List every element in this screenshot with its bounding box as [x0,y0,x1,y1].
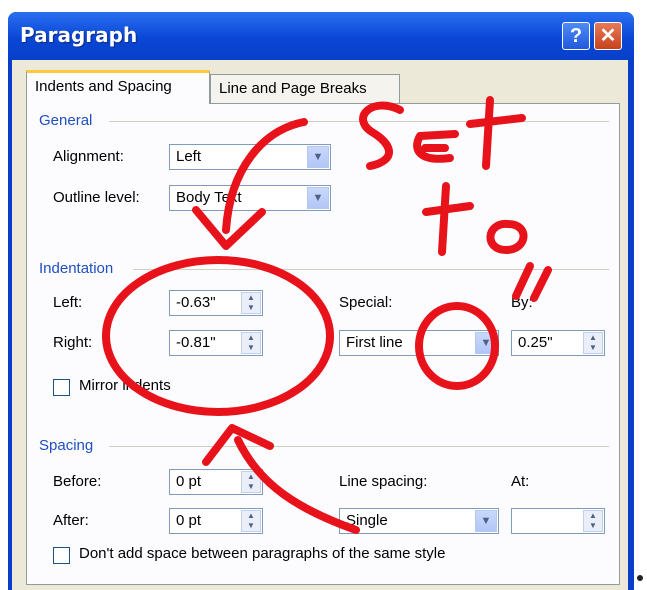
chevron-down-icon[interactable]: ▼ [307,146,329,168]
special-value: First line [346,334,403,351]
alignment-select[interactable]: Left ▼ [169,144,331,170]
chevron-down-icon[interactable]: ▼ [307,187,329,209]
by-stepper[interactable]: 0.25" ▲ ▼ [511,330,605,356]
indentation-heading: Indentation [39,260,114,277]
help-button[interactable]: ? [562,22,590,50]
left-indent-stepper[interactable]: -0.63" ▲ ▼ [169,290,263,316]
by-value: 0.25" [518,334,553,351]
spin-arrows-icon[interactable]: ▲ ▼ [241,332,261,354]
paragraph-dialog: Paragraph ? ✕ Indents and Spacing Line a… [8,12,634,590]
dont-add-space-checkbox[interactable] [53,547,70,564]
by-label: By: [511,294,533,311]
right-indent-value: -0.81" [176,334,216,351]
dialog-body: Indents and Spacing Line and Page Breaks… [12,60,628,590]
before-stepper[interactable]: 0 pt ▲ ▼ [169,469,263,495]
right-indent-label: Right: [53,334,93,351]
before-label: Before: [53,473,102,490]
spin-arrows-icon[interactable]: ▲ ▼ [241,510,261,532]
tab-panel: General Alignment: Left ▼ Outline level:… [26,103,620,585]
line-spacing-label: Line spacing: [339,473,428,490]
indentation-divider [133,269,609,270]
spin-arrows-icon[interactable]: ▲ ▼ [241,292,261,314]
spin-arrows-icon[interactable]: ▲ ▼ [583,510,603,532]
line-spacing-value: Single [346,512,388,529]
right-indent-stepper[interactable]: -0.81" ▲ ▼ [169,330,263,356]
mirror-indents-checkbox[interactable] [53,379,70,396]
line-spacing-select[interactable]: Single ▼ [339,508,499,534]
outline-level-value: Body Text [176,189,242,206]
special-label: Special: [339,294,393,311]
dialog-title: Paragraph [20,23,138,47]
alignment-value: Left [176,148,202,165]
spin-arrows-icon[interactable]: ▲ ▼ [583,332,603,354]
outline-level-label: Outline level: [53,189,140,206]
dont-add-space-label: Don't add space between paragraphs of th… [79,545,446,562]
at-label: At: [511,473,530,490]
after-label: After: [53,512,89,529]
general-heading: General [39,112,93,129]
spacing-divider [109,446,609,447]
alignment-label: Alignment: [53,148,124,165]
general-divider [109,121,609,122]
left-indent-value: -0.63" [176,294,216,311]
before-value: 0 pt [176,473,202,490]
stray-dot [637,575,643,581]
title-bar[interactable]: Paragraph ? ✕ [8,12,634,60]
tab-indents-and-spacing[interactable]: Indents and Spacing [26,70,210,104]
spin-arrows-icon[interactable]: ▲ ▼ [241,471,261,493]
at-stepper[interactable]: ▲ ▼ [511,508,605,534]
tab-line-and-page-breaks[interactable]: Line and Page Breaks [210,74,400,104]
outline-level-select[interactable]: Body Text ▼ [169,185,331,211]
special-select[interactable]: First line ▼ [339,330,499,356]
chevron-down-icon[interactable]: ▼ [475,510,497,532]
after-stepper[interactable]: 0 pt ▲ ▼ [169,508,263,534]
close-button[interactable]: ✕ [594,22,622,50]
spacing-heading: Spacing [39,437,94,454]
left-indent-label: Left: [53,294,83,311]
mirror-indents-label: Mirror indents [79,377,171,394]
chevron-down-icon[interactable]: ▼ [475,332,497,354]
after-value: 0 pt [176,512,202,529]
